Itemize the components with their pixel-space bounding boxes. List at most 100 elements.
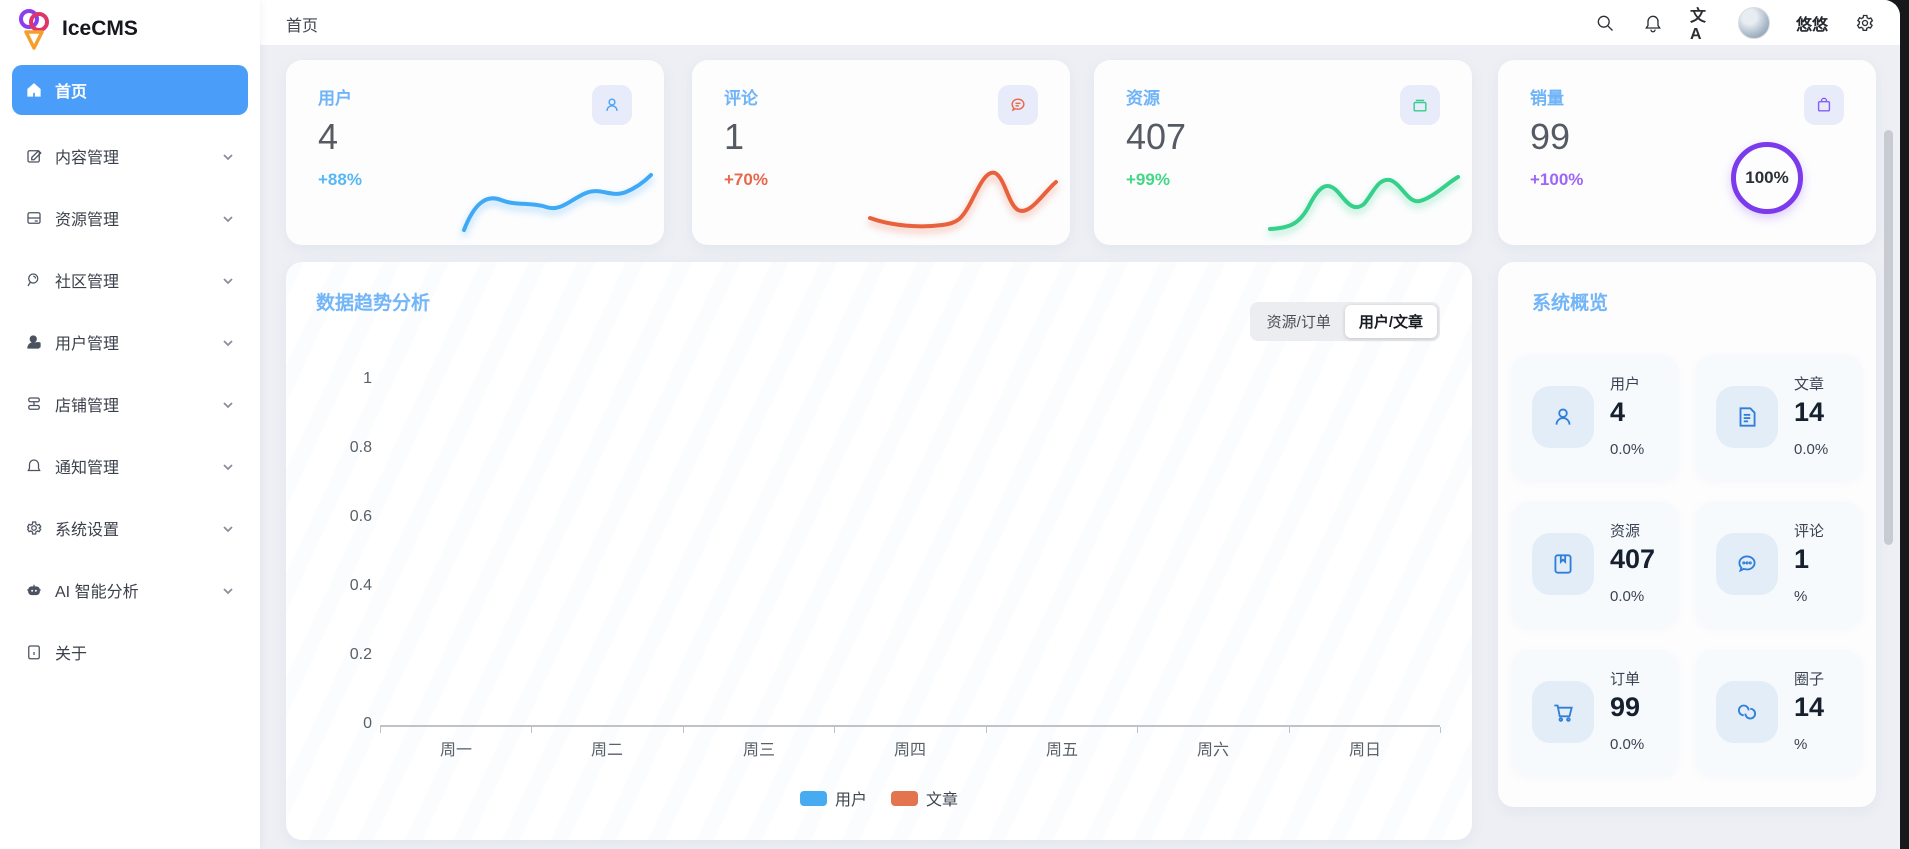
sidebar-item-label: 关于 bbox=[55, 646, 88, 663]
book-icon bbox=[1532, 533, 1594, 595]
circle-link-icon bbox=[1716, 681, 1778, 743]
sidebar-item-label: 资源管理 bbox=[55, 212, 120, 229]
x-axis-label: 周四 bbox=[893, 742, 926, 759]
sidebar-item-label: 系统设置 bbox=[55, 522, 120, 539]
sidebar: IceCMS 首页 内容管理 资源管理 社区管理 用户管理 店铺管理 通知管理 … bbox=[0, 0, 260, 849]
legend-label: 文章 bbox=[926, 792, 959, 809]
search-icon[interactable] bbox=[1594, 12, 1616, 34]
stat-card-comments: 评论 1 +70% bbox=[692, 60, 1070, 245]
gear-icon[interactable] bbox=[1854, 12, 1876, 34]
overview-tile-resources: 资源 407 0.0% bbox=[1512, 502, 1678, 627]
sidebar-item-label: 内容管理 bbox=[55, 150, 120, 167]
legend-item-articles[interactable]: 文章 bbox=[891, 786, 958, 810]
sidebar-item-settings[interactable]: 系统设置 bbox=[12, 507, 248, 549]
stat-change: +99% bbox=[1126, 170, 1170, 189]
tile-value: 14 bbox=[1794, 692, 1825, 722]
tile-percent: 0.0% bbox=[1610, 588, 1645, 605]
chevron-down-icon bbox=[222, 460, 234, 472]
logo[interactable]: IceCMS bbox=[18, 8, 138, 50]
sidebar-item-home[interactable]: 首页 bbox=[12, 65, 248, 115]
overview-tile-circles: 圈子 14 % bbox=[1696, 650, 1862, 775]
sidebar-item-label: 店铺管理 bbox=[55, 398, 120, 415]
chevron-down-icon bbox=[222, 336, 234, 348]
gear-icon bbox=[24, 519, 43, 538]
sidebar-item-label: 通知管理 bbox=[55, 460, 120, 477]
chevron-down-icon bbox=[222, 398, 234, 410]
shop-icon bbox=[24, 395, 43, 414]
sidebar-item-content[interactable]: 内容管理 bbox=[12, 135, 248, 177]
stat-value: 1 bbox=[724, 116, 745, 157]
about-doc-icon bbox=[24, 643, 43, 662]
tab-user-article[interactable]: 用户/文章 bbox=[1344, 305, 1437, 338]
breadcrumb[interactable]: 首页 bbox=[286, 12, 318, 36]
sidebar-item-community[interactable]: 社区管理 bbox=[12, 259, 248, 301]
tile-percent: % bbox=[1794, 588, 1808, 605]
user-icon bbox=[24, 333, 43, 352]
stat-card-resources: 资源 407 +99% bbox=[1094, 60, 1472, 245]
overview-tile-articles: 文章 14 0.0% bbox=[1696, 355, 1862, 480]
sparkline-orange bbox=[868, 170, 1058, 229]
sidebar-item-shop[interactable]: 店铺管理 bbox=[12, 383, 248, 425]
tile-value: 99 bbox=[1610, 692, 1641, 722]
tab-resource-order[interactable]: 资源/订单 bbox=[1253, 305, 1345, 338]
stat-title: 评论 bbox=[724, 89, 758, 108]
x-axis-label: 周三 bbox=[742, 742, 775, 759]
user-icon bbox=[1532, 386, 1594, 448]
sparkline-blue bbox=[462, 173, 653, 232]
sidebar-item-notify[interactable]: 通知管理 bbox=[12, 445, 248, 487]
sidebar-item-label: AI 智能分析 bbox=[55, 584, 139, 601]
stat-value: 407 bbox=[1126, 116, 1187, 157]
chart-legend: 用户 文章 bbox=[286, 786, 1472, 810]
stat-change: +100% bbox=[1530, 170, 1584, 189]
top-header: 首页 文A 悠悠 bbox=[260, 0, 1900, 45]
cart-icon bbox=[1532, 681, 1594, 743]
bell-icon[interactable] bbox=[1642, 12, 1664, 34]
x-axis-tickmark bbox=[1440, 727, 1441, 733]
chart-title: 数据趋势分析 bbox=[316, 293, 431, 314]
stat-title: 资源 bbox=[1126, 89, 1160, 108]
legend-item-users[interactable]: 用户 bbox=[799, 786, 867, 810]
tile-label: 用户 bbox=[1610, 376, 1641, 393]
tile-label: 圈子 bbox=[1794, 671, 1825, 688]
ice-cream-logo-icon bbox=[19, 9, 49, 50]
legend-swatch bbox=[799, 790, 827, 806]
username[interactable]: 悠悠 bbox=[1796, 11, 1828, 35]
comment-dots-icon bbox=[1716, 533, 1778, 595]
sidebar-item-ai[interactable]: AI 智能分析 bbox=[12, 569, 248, 611]
chevron-down-icon bbox=[222, 274, 234, 286]
stat-card-sales: 销量 99 +100% 100% bbox=[1498, 60, 1876, 245]
tile-percent: 0.0% bbox=[1794, 441, 1829, 458]
magnifier-icon bbox=[24, 271, 43, 290]
y-axis-tick: 0.2 bbox=[349, 646, 372, 663]
translate-icon[interactable]: 文A bbox=[1690, 8, 1712, 43]
chevron-down-icon bbox=[222, 522, 234, 534]
sidebar-item-about[interactable]: 关于 bbox=[12, 631, 248, 673]
sparkline-green bbox=[1268, 175, 1460, 231]
y-axis-tick: 0 bbox=[363, 715, 372, 732]
overview-tile-comments: 评论 1 % bbox=[1696, 502, 1862, 627]
panel-icon bbox=[24, 209, 43, 228]
tile-value: 4 bbox=[1610, 397, 1626, 427]
overview-tile-orders: 订单 99 0.0% bbox=[1512, 650, 1678, 775]
legend-label: 用户 bbox=[834, 792, 867, 809]
x-axis-line bbox=[380, 725, 1440, 727]
x-axis-tickmark bbox=[986, 727, 987, 733]
avatar[interactable] bbox=[1737, 6, 1770, 39]
sidebar-item-users[interactable]: 用户管理 bbox=[12, 321, 248, 363]
sidebar-item-resource[interactable]: 资源管理 bbox=[12, 197, 248, 239]
x-axis-tickmark bbox=[683, 727, 684, 733]
tile-value: 407 bbox=[1610, 544, 1656, 574]
stat-title: 销量 bbox=[1530, 89, 1564, 108]
stat-card-users: 用户 4 +88% bbox=[286, 60, 664, 245]
trend-chart-card: 数据趋势分析 资源/订单 用户/文章 1 0.8 0.6 0.4 0.2 0 周… bbox=[286, 262, 1472, 840]
sidebar-item-label: 用户管理 bbox=[55, 336, 120, 353]
x-axis-tickmark bbox=[834, 727, 835, 733]
chevron-down-icon bbox=[222, 584, 234, 596]
y-axis-tick: 0.6 bbox=[349, 508, 372, 525]
scrollbar-thumb[interactable] bbox=[1884, 130, 1893, 545]
chevron-down-icon bbox=[222, 150, 234, 162]
x-axis-tickmark bbox=[380, 727, 381, 733]
x-axis-tickmark bbox=[1137, 727, 1138, 733]
shopping-bag-icon bbox=[1804, 85, 1844, 125]
tile-value: 14 bbox=[1794, 397, 1825, 427]
